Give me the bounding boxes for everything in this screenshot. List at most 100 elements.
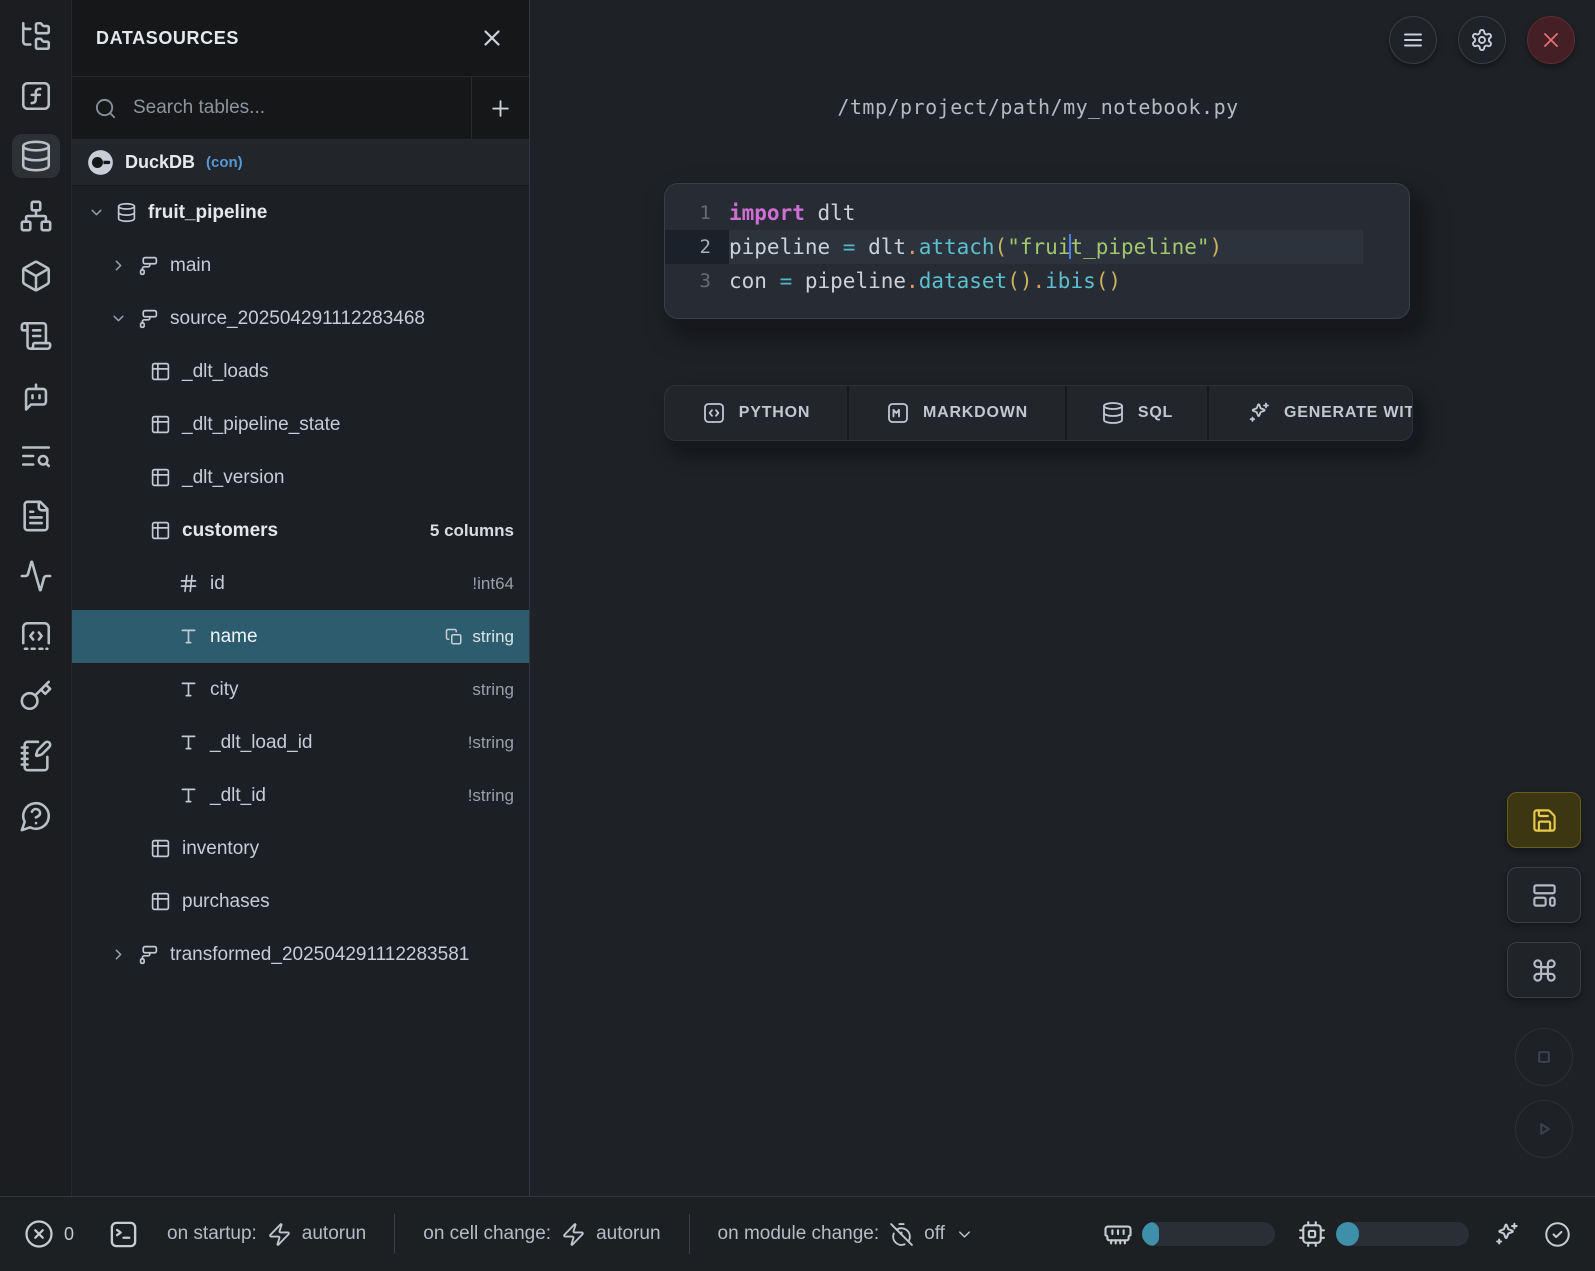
generate-with-ai-button[interactable]: GENERATE WIT <box>1207 386 1412 440</box>
sidebar-scratchpad[interactable] <box>12 734 60 778</box>
errors-indicator[interactable]: 0 <box>24 1219 74 1249</box>
tree-item-label: _dlt_loads <box>182 361 269 383</box>
connection-status-icon[interactable] <box>1544 1221 1571 1248</box>
sidebar-variables[interactable] <box>12 74 60 118</box>
duckdb-logo-icon <box>87 149 114 176</box>
add-sql-cell-button[interactable]: SQL <box>1065 386 1207 440</box>
tree-row-_dlt_id[interactable]: _dlt_id!string <box>72 769 529 822</box>
add-cell-button-group: PYTHON MARKDOWN SQL GENERATE WIT <box>664 385 1413 441</box>
tree-item-meta: string <box>472 680 514 700</box>
divider <box>394 1214 395 1254</box>
code-text[interactable]: pipeline = dlt.attach("fruit_pipeline") <box>729 230 1363 264</box>
cell-type-label: SQL <box>1138 404 1173 422</box>
setting-value: off <box>924 1223 945 1245</box>
on-startup-setting[interactable]: on startup:autorun <box>167 1222 366 1247</box>
tree-row-id[interactable]: id !int64 <box>72 557 529 610</box>
layout-toggle-button[interactable] <box>1507 867 1581 923</box>
cell-type-label: MARKDOWN <box>923 404 1028 422</box>
tree-row-_dlt_pipeline_state[interactable]: _dlt_pipeline_state <box>72 398 529 451</box>
add-python-cell-button[interactable]: PYTHON <box>665 386 847 440</box>
settings-button[interactable] <box>1458 16 1506 64</box>
sidebar-documentation[interactable] <box>12 314 60 358</box>
tree-item-label: id <box>210 573 225 595</box>
tree-row-customers[interactable]: customers5 columns <box>72 504 529 557</box>
tree-row-inventory[interactable]: inventory <box>72 822 529 875</box>
text-search-icon <box>19 439 53 473</box>
setting-value: autorun <box>302 1223 366 1245</box>
sidebar-help[interactable] <box>12 794 60 838</box>
runtime-settings: on startup:autorun on cell change:autorun… <box>139 1214 974 1254</box>
panel-title: DATASOURCES <box>96 28 239 49</box>
tree-row-_dlt_loads[interactable]: _dlt_loads <box>72 345 529 398</box>
tree-row-fruit_pipeline[interactable]: fruit_pipeline <box>72 186 529 239</box>
line-number: 2 <box>665 230 729 264</box>
tree-row-main[interactable]: main <box>72 239 529 292</box>
type-icon <box>178 732 199 753</box>
close-panel-icon[interactable] <box>479 25 505 51</box>
tree-row-transformed_202504291112283581[interactable]: transformed_202504291112283581 <box>72 928 529 981</box>
column-type: !int64 <box>472 574 514 594</box>
sidebar-chat[interactable] <box>12 374 60 418</box>
sidebar-tracing[interactable] <box>12 554 60 598</box>
sidebar-file-explorer[interactable] <box>12 14 60 58</box>
sidebar-snippets[interactable] <box>12 614 60 658</box>
tree-item-label: _dlt_id <box>210 785 266 807</box>
folder-tree-icon <box>19 19 53 53</box>
add-datasource-button[interactable] <box>472 77 529 139</box>
add-markdown-cell-button[interactable]: MARKDOWN <box>847 386 1065 440</box>
run-button[interactable] <box>1515 1100 1573 1158</box>
on-module-change-setting[interactable]: on module change: off <box>718 1222 974 1247</box>
ram-usage-meter <box>1142 1222 1275 1246</box>
setting-label: on module change: <box>718 1223 880 1245</box>
save-icon <box>1531 807 1558 834</box>
on-cell-change-setting[interactable]: on cell change:autorun <box>423 1222 660 1247</box>
schema-icon <box>138 255 159 276</box>
connection-row-duckdb[interactable]: DuckDB (con) <box>72 140 529 186</box>
menu-button[interactable] <box>1389 16 1437 64</box>
tree-row-name[interactable]: namestring <box>72 610 529 663</box>
code-text[interactable]: con = pipeline.dataset().ibis() <box>729 264 1409 298</box>
sidebar-secrets[interactable] <box>12 674 60 718</box>
sidebar-logs[interactable] <box>12 434 60 478</box>
code-text[interactable]: import dlt <box>729 196 1409 230</box>
tree-row-purchases[interactable]: purchases <box>72 875 529 928</box>
column-type: !string <box>468 733 514 753</box>
memory-icon <box>1103 1219 1133 1249</box>
ai-sparkles-button[interactable] <box>1493 1221 1520 1248</box>
tree-row-city[interactable]: citystring <box>72 663 529 716</box>
chevron-right-icon <box>110 257 127 274</box>
cell-type-label: PYTHON <box>739 404 810 422</box>
search-icon <box>94 97 117 120</box>
type-icon <box>178 626 199 647</box>
zap-icon <box>561 1222 586 1247</box>
save-button[interactable] <box>1507 792 1581 848</box>
column-type: string <box>472 627 514 647</box>
tree-item-label: _dlt_pipeline_state <box>182 414 340 436</box>
cell-type-label: GENERATE WIT <box>1284 404 1412 422</box>
sidebar-outline[interactable] <box>12 494 60 538</box>
chevron-down-icon <box>955 1225 974 1244</box>
file-text-icon <box>19 499 53 533</box>
command-palette-button[interactable] <box>1507 942 1581 998</box>
tree-row-_dlt_load_id[interactable]: _dlt_load_id!string <box>72 716 529 769</box>
stop-icon <box>1531 1044 1557 1070</box>
command-icon <box>1531 957 1558 984</box>
cpu-usage-meter <box>1336 1222 1469 1246</box>
copy-icon[interactable] <box>445 628 463 646</box>
table-icon <box>150 414 171 435</box>
sidebar-datasources[interactable] <box>12 134 60 178</box>
table-icon <box>150 838 171 859</box>
network-icon <box>19 199 53 233</box>
tree-row-source_202504291112283468[interactable]: source_202504291112283468 <box>72 292 529 345</box>
tree-item-meta: 5 columns <box>430 521 514 541</box>
terminal-button[interactable] <box>108 1219 139 1250</box>
search-tables-input[interactable]: Search tables... <box>72 77 471 139</box>
sidebar-packages[interactable] <box>12 254 60 298</box>
sidebar-dependencies[interactable] <box>12 194 60 238</box>
code-line-3: 3con = pipeline.dataset().ibis() <box>665 264 1409 298</box>
schema-icon <box>138 308 159 329</box>
tree-row-_dlt_version[interactable]: _dlt_version <box>72 451 529 504</box>
search-placeholder: Search tables... <box>133 97 265 119</box>
code-cell[interactable]: 1import dlt2pipeline = dlt.attach("fruit… <box>664 183 1410 319</box>
stop-button[interactable] <box>1515 1028 1573 1086</box>
